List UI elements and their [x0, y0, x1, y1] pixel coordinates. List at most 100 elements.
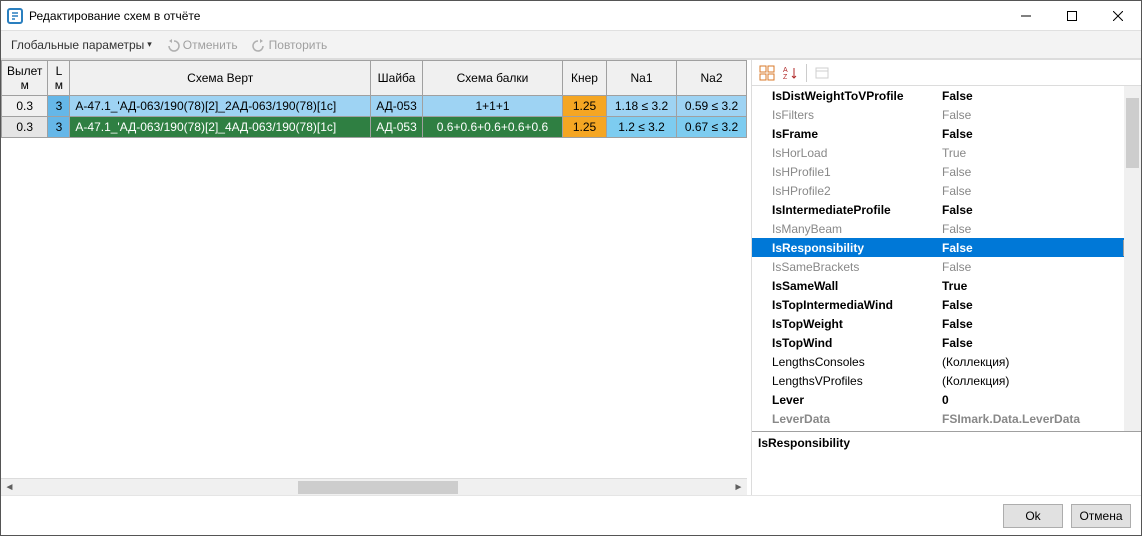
vertical-scrollbar[interactable]: [1124, 86, 1141, 431]
property-name: IsHProfile1: [770, 164, 940, 180]
property-row[interactable]: IsFrameFalse: [752, 124, 1141, 143]
redo-label: Повторить: [269, 38, 328, 52]
property-desc-title: IsResponsibility: [758, 436, 850, 450]
property-value[interactable]: 0: [940, 392, 1141, 408]
property-value[interactable]: True: [940, 278, 1141, 294]
scroll-right-icon[interactable]: ►: [730, 479, 747, 496]
property-row[interactable]: IsResponsibilityFalse▾: [752, 238, 1141, 257]
scroll-left-icon[interactable]: ◄: [1, 479, 18, 496]
property-name: IsManyBeam: [770, 221, 940, 237]
toolbar: Глобальные параметры ▾ Отменить Повторит…: [1, 31, 1141, 59]
cell-na1[interactable]: 1.18 ≤ 3.2: [607, 96, 677, 117]
table-row[interactable]: 0.3 3 А-47.1_'АД-063/190(78)[2]_4АД-063/…: [2, 117, 747, 138]
scroll-track[interactable]: [18, 479, 730, 496]
property-list[interactable]: IsDistWeightToVProfileFalseIsFiltersFals…: [752, 86, 1141, 431]
alphabetical-button[interactable]: A Z: [780, 62, 802, 84]
property-row[interactable]: IsIntermediateProfileFalse: [752, 200, 1141, 219]
property-value[interactable]: False: [940, 88, 1141, 104]
cell-L[interactable]: 3: [48, 96, 70, 117]
cell-na1[interactable]: 1.2 ≤ 3.2: [607, 117, 677, 138]
col-na1[interactable]: Na1: [607, 61, 677, 96]
redo-icon: [252, 38, 266, 52]
undo-button[interactable]: Отменить: [162, 36, 242, 54]
redo-button[interactable]: Повторить: [248, 36, 332, 54]
property-value[interactable]: True: [940, 145, 1141, 161]
scroll-thumb[interactable]: [298, 481, 458, 494]
property-pages-button[interactable]: [811, 62, 833, 84]
property-value[interactable]: (Коллекция): [940, 354, 1141, 370]
col-kner[interactable]: Кнер: [563, 61, 607, 96]
property-row[interactable]: LeverDataFSImark.Data.LeverData: [752, 409, 1141, 428]
property-value[interactable]: FSImark.Data.LeverData: [940, 411, 1141, 427]
property-value[interactable]: False: [940, 221, 1141, 237]
toolbar-separator: [806, 64, 807, 82]
ok-button[interactable]: Ok: [1003, 504, 1063, 528]
property-row[interactable]: IsManyBeamFalse: [752, 219, 1141, 238]
col-vylet[interactable]: Вылет м: [2, 61, 48, 96]
property-row[interactable]: IsHProfile1False: [752, 162, 1141, 181]
property-value[interactable]: False: [940, 259, 1141, 275]
categorized-button[interactable]: [756, 62, 778, 84]
app-icon: [7, 8, 23, 24]
property-pane: A Z IsDistWeightToVProfileFalseIsFilters…: [751, 60, 1141, 495]
property-row[interactable]: IsHorLoadTrue: [752, 143, 1141, 162]
col-shaiba[interactable]: Шайба: [371, 61, 423, 96]
cell-na2[interactable]: 0.67 ≤ 3.2: [677, 117, 747, 138]
property-row[interactable]: IsTopWindFalse: [752, 333, 1141, 352]
col-schema-vert[interactable]: Схема Верт: [70, 61, 371, 96]
property-name: IsTopWind: [770, 335, 940, 351]
property-value[interactable]: False▾: [940, 239, 1141, 257]
svg-text:Z: Z: [783, 74, 788, 81]
property-value[interactable]: False: [940, 126, 1141, 142]
data-grid[interactable]: Вылет м L м Схема Верт Шайба Схема балки…: [1, 60, 747, 138]
property-row[interactable]: IsTopWeightFalse: [752, 314, 1141, 333]
property-row[interactable]: IsFiltersFalse: [752, 105, 1141, 124]
cell-na2[interactable]: 0.59 ≤ 3.2: [677, 96, 747, 117]
col-L[interactable]: L м: [48, 61, 70, 96]
property-row[interactable]: LengthsConsoles(Коллекция): [752, 352, 1141, 371]
property-row[interactable]: IsSameBracketsFalse: [752, 257, 1141, 276]
cell-schema-balki[interactable]: 1+1+1: [423, 96, 563, 117]
table-row[interactable]: 0.3 3 А-47.1_'АД-063/190(78)[2]_2АД-063/…: [2, 96, 747, 117]
property-name: IsDistWeightToVProfile: [770, 88, 940, 104]
property-row[interactable]: IsDistWeightToVProfileFalse: [752, 86, 1141, 105]
property-value[interactable]: False: [940, 335, 1141, 351]
horizontal-scrollbar[interactable]: ◄ ►: [1, 478, 747, 495]
property-name: LeverData: [770, 411, 940, 427]
footer: Ok Отмена: [1, 495, 1141, 535]
col-na2[interactable]: Na2: [677, 61, 747, 96]
property-row[interactable]: Lever0: [752, 390, 1141, 409]
property-name: Lever: [770, 392, 940, 408]
property-value[interactable]: False: [940, 316, 1141, 332]
cell-vylet[interactable]: 0.3: [2, 96, 48, 117]
property-row[interactable]: IsTopIntermediaWindFalse: [752, 295, 1141, 314]
property-value[interactable]: False: [940, 297, 1141, 313]
col-schema-balki[interactable]: Схема балки: [423, 61, 563, 96]
cell-vylet[interactable]: 0.3: [2, 117, 48, 138]
property-value[interactable]: False: [940, 107, 1141, 123]
close-button[interactable]: [1095, 1, 1141, 31]
vscroll-thumb[interactable]: [1126, 98, 1139, 168]
cell-L[interactable]: 3: [48, 117, 70, 138]
cell-kner[interactable]: 1.25: [563, 117, 607, 138]
cell-shaiba[interactable]: АД-053: [371, 117, 423, 138]
cell-schema-vert[interactable]: А-47.1_'АД-063/190(78)[2]_2АД-063/190(78…: [70, 96, 371, 117]
cancel-button[interactable]: Отмена: [1071, 504, 1131, 528]
cell-schema-balki[interactable]: 0.6+0.6+0.6+0.6+0.6: [423, 117, 563, 138]
property-value[interactable]: False: [940, 202, 1141, 218]
property-row[interactable]: LengthsVProfiles(Коллекция): [752, 371, 1141, 390]
cell-kner[interactable]: 1.25: [563, 96, 607, 117]
property-value[interactable]: False: [940, 183, 1141, 199]
chevron-down-icon: ▾: [147, 39, 152, 50]
maximize-button[interactable]: [1049, 1, 1095, 31]
property-row[interactable]: IsHProfile2False: [752, 181, 1141, 200]
global-params-label: Глобальные параметры: [11, 38, 144, 52]
property-row[interactable]: IsSameWallTrue: [752, 276, 1141, 295]
minimize-button[interactable]: [1003, 1, 1049, 31]
property-value[interactable]: False: [940, 164, 1141, 180]
cell-shaiba[interactable]: АД-053: [371, 96, 423, 117]
cell-schema-vert[interactable]: А-47.1_'АД-063/190(78)[2]_4АД-063/190(78…: [70, 117, 371, 138]
undo-icon: [166, 38, 180, 52]
global-params-menu[interactable]: Глобальные параметры ▾: [7, 36, 156, 54]
property-value[interactable]: (Коллекция): [940, 373, 1141, 389]
